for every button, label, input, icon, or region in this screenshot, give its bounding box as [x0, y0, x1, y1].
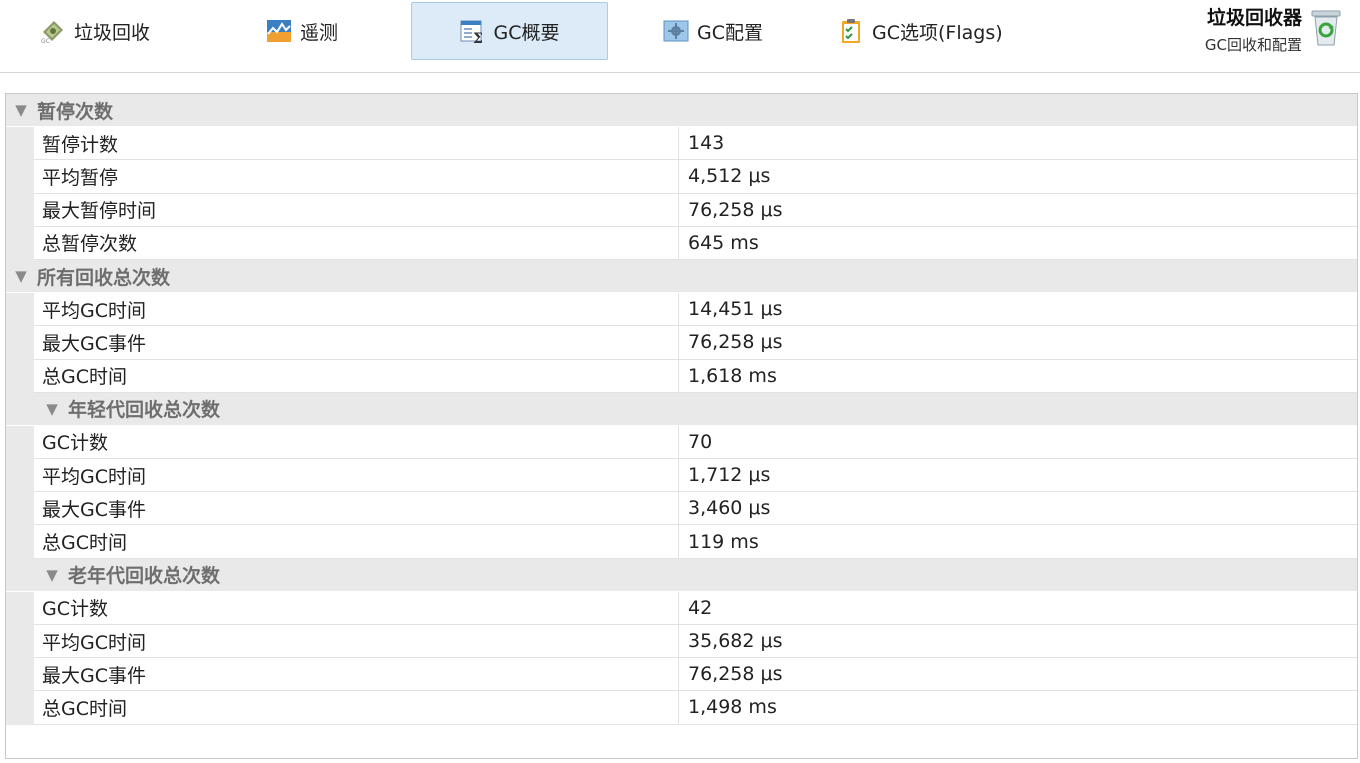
config-gear-icon: [663, 18, 689, 44]
tab-label: GC配置: [697, 21, 763, 44]
svg-text:Σ: Σ: [473, 31, 483, 44]
group-header: ▼ 老年代回收总次数: [6, 559, 220, 591]
group-row-all-collections[interactable]: ▼ 所有回收总次数: [6, 259, 1357, 294]
row-name: 平均GC时间: [34, 625, 679, 659]
row-value: 35,682 μs: [679, 625, 1357, 659]
svg-text:GC: GC: [41, 38, 50, 44]
table-row: GC计数 42: [6, 591, 1357, 625]
tab-gc-summary[interactable]: Σ GC概要: [411, 2, 608, 60]
row-name: 最大GC事件: [34, 326, 679, 360]
row-value: 76,258 μs: [679, 194, 1357, 227]
collapse-triangle-icon[interactable]: ▼: [11, 267, 31, 285]
row-name: 总暂停次数: [34, 226, 679, 260]
row-value: 42: [679, 592, 1357, 625]
row-name: 总GC时间: [34, 525, 679, 559]
table-row: 总GC时间 1,498 ms: [6, 691, 1357, 725]
table-row: 总GC时间 119 ms: [6, 525, 1357, 559]
row-name: 暂停计数: [34, 127, 679, 161]
tab-label: GC选项(Flags): [872, 21, 1003, 44]
summary-sigma-icon: Σ: [460, 18, 486, 47]
tab-gc-config[interactable]: GC配置: [663, 2, 763, 60]
group-row-old-gen[interactable]: ▼ 老年代回收总次数: [6, 558, 1357, 592]
row-value: 645 ms: [679, 227, 1357, 260]
recycle-bin-icon: [1308, 7, 1344, 47]
table-row: 平均GC时间 1,712 μs: [6, 459, 1357, 493]
group-label: 年轻代回收总次数: [68, 399, 221, 422]
group-label: 暂停次数: [37, 100, 114, 123]
row-name: GC计数: [34, 591, 679, 625]
toolbar: GC 垃圾回收 遥测 Σ GC概要 GC配置 GC选项(Flags) 垃圾回收器…: [0, 0, 1360, 73]
row-value: 143: [679, 127, 1357, 161]
row-value: 70: [679, 426, 1357, 460]
row-name: 平均GC时间: [34, 459, 679, 493]
group-header: ▼ 年轻代回收总次数: [6, 393, 220, 425]
collapse-triangle-icon[interactable]: ▼: [42, 400, 62, 418]
clipboard-check-icon: [838, 18, 864, 44]
group-label: 老年代回收总次数: [68, 565, 221, 588]
table-row: 平均GC时间 14,451 μs: [6, 293, 1357, 327]
table-row: 总GC时间 1,618 ms: [6, 359, 1357, 393]
row-name: 总GC时间: [34, 691, 679, 725]
row-name: 总GC时间: [34, 359, 679, 393]
row-value: 14,451 μs: [679, 293, 1357, 327]
table-row: 暂停计数 143: [6, 127, 1357, 161]
tab-telemetry[interactable]: 遥测: [266, 2, 338, 60]
brand-title: 垃圾回收器: [1206, 7, 1302, 29]
table-row: 平均GC时间 35,682 μs: [6, 625, 1357, 659]
row-value: 119 ms: [679, 525, 1357, 559]
group-header: ▼ 暂停次数: [6, 94, 113, 126]
row-name: 最大GC事件: [34, 492, 679, 526]
row-value: 1,498 ms: [679, 691, 1357, 725]
tab-gc-recycle[interactable]: GC 垃圾回收: [40, 2, 150, 60]
row-name: GC计数: [34, 425, 679, 460]
row-value: 3,460 μs: [679, 492, 1357, 526]
table-row: 平均暂停 4,512 μs: [6, 160, 1357, 194]
brand-subtitle: GC回收和配置: [1204, 36, 1302, 54]
table-row: 最大GC事件 3,460 μs: [6, 492, 1357, 526]
row-name: 最大GC事件: [34, 658, 679, 692]
group-row-young-gen[interactable]: ▼ 年轻代回收总次数: [6, 392, 1357, 426]
brand-block: 垃圾回收器 GC回收和配置: [1205, 6, 1302, 60]
row-value: 4,512 μs: [679, 160, 1357, 194]
group-row-pause[interactable]: ▼ 暂停次数: [6, 94, 1357, 128]
group-header: ▼ 所有回收总次数: [6, 260, 170, 292]
table-row: 最大暂停时间 76,258 μs: [6, 193, 1357, 227]
row-name: 平均GC时间: [34, 293, 679, 327]
table-row: 总暂停次数 645 ms: [6, 226, 1357, 260]
gc-recycle-icon: GC: [40, 18, 66, 45]
row-value: 1,712 μs: [679, 459, 1357, 493]
collapse-triangle-icon[interactable]: ▼: [42, 566, 62, 584]
row-value: 76,258 μs: [679, 658, 1357, 692]
tab-label: GC概要: [493, 21, 560, 44]
gc-summary-tree-table: ▼ 暂停次数 暂停计数 143 平均暂停 4,512 μs 最大暂停时间 76,258…: [5, 93, 1358, 759]
row-name: 平均暂停: [34, 160, 679, 194]
row-name: 最大暂停时间: [34, 193, 679, 227]
row-value: 76,258 μs: [679, 326, 1357, 360]
tab-label: 遥测: [300, 21, 339, 44]
collapse-triangle-icon[interactable]: ▼: [11, 101, 31, 119]
table-row: 最大GC事件 76,258 μs: [6, 658, 1357, 692]
table-row: GC计数 70: [6, 425, 1357, 460]
tab-label: 垃圾回收: [74, 21, 151, 44]
table-row: 最大GC事件 76,258 μs: [6, 326, 1357, 360]
telemetry-chart-icon: [266, 18, 292, 44]
group-label: 所有回收总次数: [37, 266, 171, 289]
row-value: 1,618 ms: [679, 360, 1357, 393]
tab-gc-flags[interactable]: GC选项(Flags): [838, 2, 1003, 60]
